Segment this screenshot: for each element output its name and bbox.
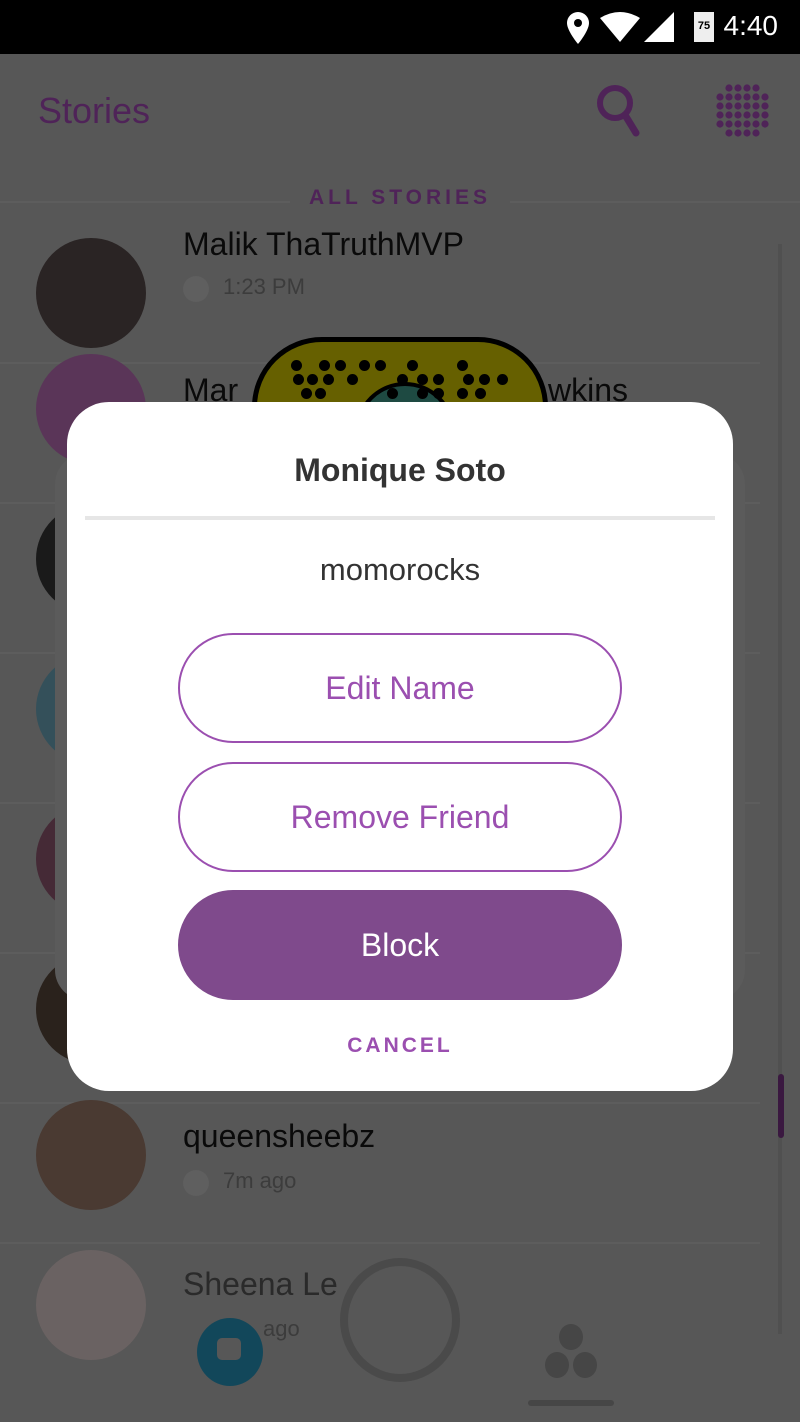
battery-icon: 75 [694,12,714,42]
wifi-icon [600,12,640,42]
edit-name-button[interactable]: Edit Name [178,633,622,743]
snapcode-dot [417,374,428,385]
snapcode-dot [335,360,346,371]
tab-indicator [528,1400,614,1406]
story-name: Malik ThaTruthMVP [183,226,464,262]
snapcode-dot [375,360,386,371]
friend-options-dialog: Monique Soto momorocks Edit Name Remove … [67,402,733,1091]
story-row[interactable]: queensheebz 7m ago [0,1094,760,1244]
snapcode-dot [301,388,312,399]
signal-icon [644,12,674,42]
snapcode-icon[interactable] [714,82,770,138]
clock-icon [183,276,209,302]
chat-button[interactable] [197,1318,263,1386]
snapcode-dot [315,388,326,399]
snapcode-dot [319,360,330,371]
snapcode-dot [497,374,508,385]
status-time: 4:40 [723,10,779,41]
block-button[interactable]: Block [178,890,622,1000]
snapcode-dot [291,360,302,371]
avatar [36,1250,146,1360]
snapcode-dot [307,374,318,385]
snapcode-dot [347,374,358,385]
snapcode-dot [407,360,418,371]
status-bar: 75 4:40 [0,0,800,54]
snapcode-dot [433,388,444,399]
snapcode-dot [475,388,486,399]
snapcode-dot [387,388,398,399]
section-label: ALL STORIES [308,186,492,209]
snapcode-dot [417,388,428,399]
friends-icon[interactable] [543,1324,599,1380]
snapcode-dot [457,388,468,399]
snapcode-dot [463,374,474,385]
scrollbar-thumb[interactable] [778,1074,784,1138]
divider [85,516,715,520]
avatar [36,238,146,348]
page-title: Stories [38,90,151,131]
snapcode-dot [433,374,444,385]
scrollbar-track[interactable] [778,244,782,1334]
clock-icon [183,1170,209,1196]
search-icon[interactable] [596,84,642,138]
dialog-username: momorocks [319,552,481,587]
story-time: 7m ago [223,1168,297,1193]
location-icon [567,12,589,44]
snapcode-dot [479,374,490,385]
snapcode-dot [359,360,370,371]
avatar [36,1100,146,1210]
snapcode-dot [457,360,468,371]
remove-friend-button[interactable]: Remove Friend [178,762,622,872]
story-name: queensheebz [183,1118,376,1154]
snapcode-dot [397,374,408,385]
snapcode-dot [293,374,304,385]
story-name: Sheena Le [183,1266,338,1302]
snapcode-dot [323,374,334,385]
story-time: 1:23 PM [223,274,305,299]
story-time: ago [263,1316,300,1341]
capture-button[interactable] [340,1258,460,1382]
cancel-button[interactable]: CANCEL [67,1034,733,1058]
dialog-title: Monique Soto [294,452,506,488]
